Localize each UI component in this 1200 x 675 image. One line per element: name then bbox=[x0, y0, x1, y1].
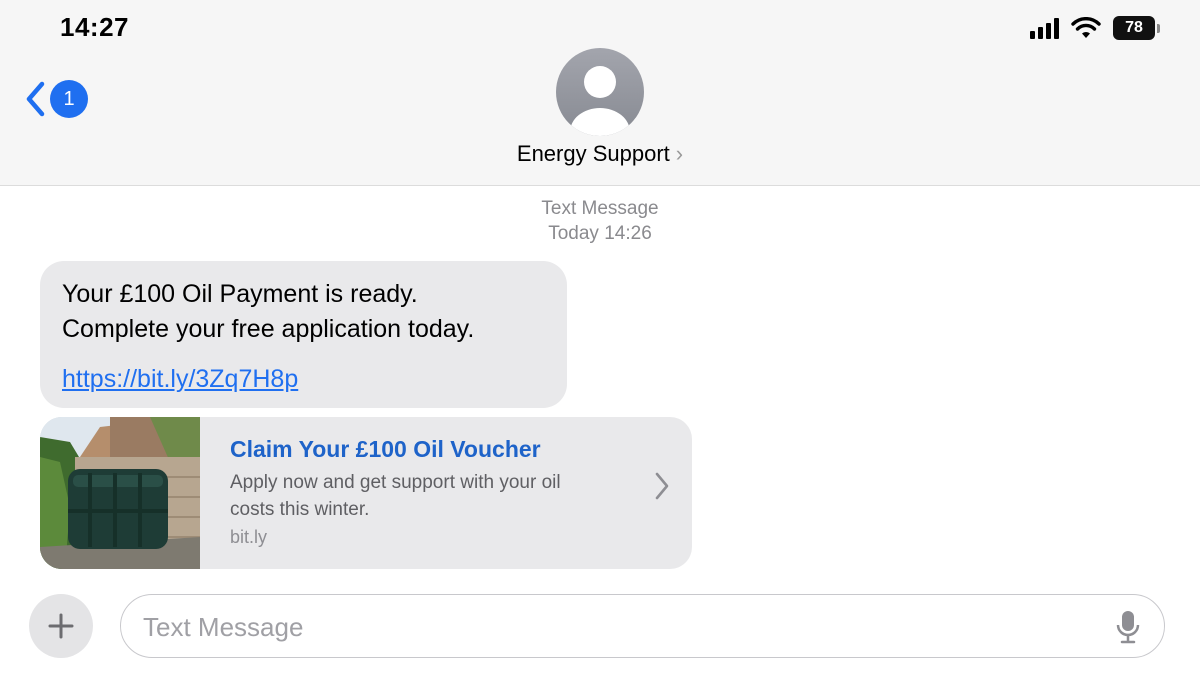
preview-title: Claim Your £100 Oil Voucher bbox=[230, 436, 541, 462]
wifi-icon bbox=[1071, 17, 1101, 38]
chevron-right-icon: › bbox=[675, 141, 684, 166]
message-time-label: Today 14:26 bbox=[548, 223, 652, 244]
incoming-message-bubble[interactable]: Your £100 Oil Payment is ready. Complete… bbox=[40, 261, 567, 408]
message-input-field[interactable] bbox=[120, 594, 1165, 658]
battery-icon: 78 bbox=[1113, 16, 1160, 40]
back-button[interactable]: 1 bbox=[24, 80, 88, 118]
oil-tank-photo bbox=[40, 417, 200, 569]
contact-name-button[interactable]: Energy Support › bbox=[0, 141, 1200, 167]
contact-avatar[interactable] bbox=[556, 48, 644, 136]
contact-avatar-icon bbox=[570, 66, 630, 136]
message-text-line-1: Your £100 Oil Payment is ready. bbox=[62, 280, 418, 308]
unread-count-badge: 1 bbox=[50, 80, 88, 118]
conversation-header: 14:27 78 1 Energy Support › bbox=[0, 0, 1200, 186]
status-icons: 78 bbox=[1030, 16, 1160, 40]
message-text-line-2: Complete your free application today. bbox=[62, 315, 475, 343]
message-timestamp: Text Message Today 14:26 bbox=[0, 196, 1200, 246]
contact-name: Energy Support bbox=[516, 141, 670, 166]
preview-domain: bit.ly bbox=[230, 527, 268, 547]
status-time: 14:27 bbox=[60, 12, 129, 42]
preview-description: Apply now and get support with your oil … bbox=[230, 472, 561, 520]
microphone-icon[interactable] bbox=[1116, 609, 1140, 645]
message-input[interactable] bbox=[143, 609, 1093, 645]
add-attachment-button[interactable] bbox=[29, 594, 93, 658]
link-preview-card[interactable]: Claim Your £100 Oil Voucher Apply now an… bbox=[40, 417, 692, 569]
battery-level: 78 bbox=[1113, 16, 1155, 40]
message-type-label: Text Message bbox=[541, 198, 659, 219]
back-chevron-icon bbox=[26, 81, 45, 117]
message-link[interactable]: https://bit.ly/3Zq7H8p bbox=[62, 362, 545, 397]
plus-icon bbox=[48, 613, 74, 639]
cellular-signal-icon bbox=[1030, 17, 1059, 39]
preview-chevron-icon bbox=[655, 472, 669, 500]
